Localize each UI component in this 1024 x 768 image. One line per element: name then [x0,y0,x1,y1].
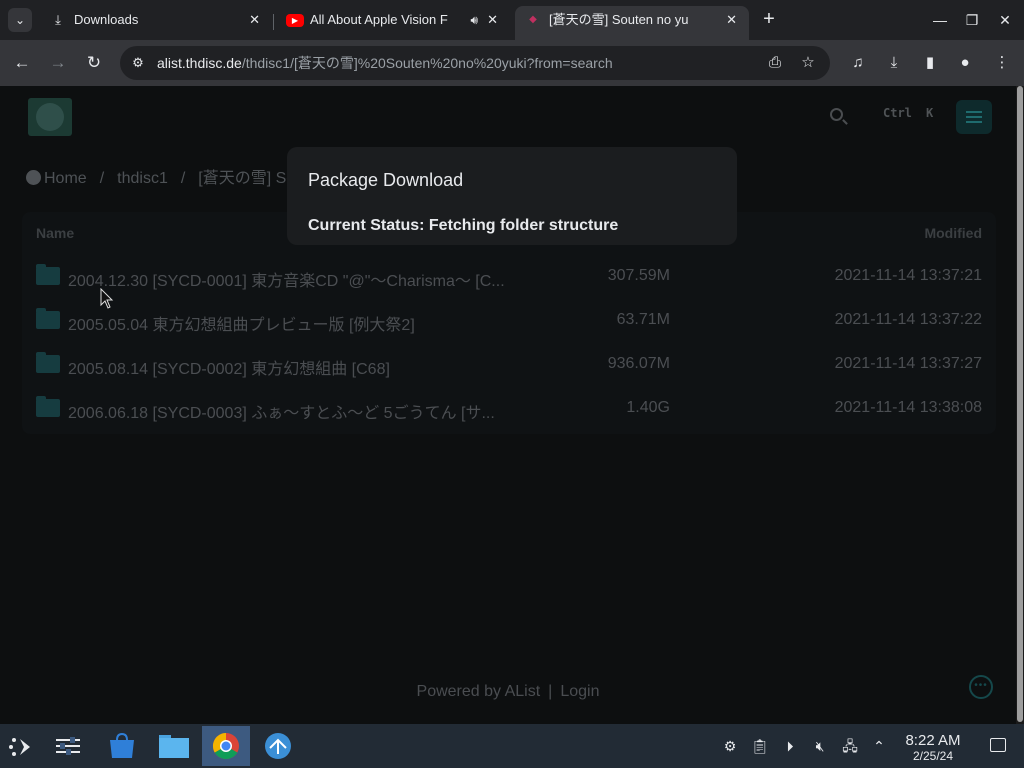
breadcrumb-separator: / [99,170,105,187]
breadcrumb-current[interactable]: [蒼天の雪] So [198,170,295,187]
tab-youtube[interactable]: ▶ All About Apple Vision F 🔊︎ ✕ [276,6,510,40]
breadcrumb-home[interactable]: Home [44,170,87,187]
file-name[interactable]: 2005.08.14 [SYCD-0002] 東方幻想組曲 [C68] [68,355,518,379]
site-info-icon[interactable]: ⚙︎ [128,53,148,73]
file-size: 936.07M [607,355,670,372]
more-menu-icon[interactable]: ⋮ [990,51,1014,75]
file-size: 307.59M [607,267,670,284]
tray-expand-icon[interactable]: ⌃ [869,737,889,755]
tab-title: [蒼天の雪] Souten no yuki | [549,12,689,27]
file-name[interactable]: 2005.05.04 東方幻想組曲プレビュー版 [例大祭2] [68,311,518,335]
network-app-icon[interactable] [254,726,302,766]
dialog-title: Package Download [308,170,464,190]
url-host: alist.thdisc.de [157,55,242,71]
file-manager-icon[interactable] [150,726,198,766]
reload-icon[interactable]: ↻ [81,50,107,76]
file-modified: 2021-11-14 13:37:22 [834,311,982,328]
file-size: 1.40G [626,399,670,416]
steam-icon[interactable]: ⚙︎ [720,737,740,755]
restore-icon[interactable]: ❐ [960,8,984,32]
alist-logo[interactable] [28,98,72,136]
close-tab-icon[interactable]: ✕ [249,6,260,34]
side-panel-icon[interactable]: ▮ [918,51,942,75]
tab-alist[interactable]: ◆ [蒼天の雪] Souten no yuki | ✕ [515,6,749,40]
tab-divider [273,14,274,30]
new-tab-button[interactable]: + [757,8,781,32]
footer-separator: | [548,683,553,700]
url-path: /thdisc1/[蒼天の雪]%20Souten%20no%20yuki?fro… [241,55,613,71]
close-tab-icon[interactable]: ✕ [726,6,737,34]
close-window-icon[interactable]: ✕ [993,8,1017,32]
download-icon: ⤓ [55,12,61,27]
tab-search-button[interactable]: ⌄ [8,8,32,32]
media-controls-icon[interactable]: ♫ [846,51,870,75]
youtube-icon: ▶ [286,14,304,27]
downloads-icon[interactable]: ⤓ [882,51,906,75]
bookmark-star-icon[interactable]: ☆ [798,53,818,73]
page-footer: Powered by AList | Login [0,683,1016,701]
tab-title: Downloads [74,12,139,27]
forward-arrow-icon[interactable]: → [45,50,71,76]
chrome-icon[interactable] [202,726,250,766]
folder-icon [36,396,60,417]
breadcrumb: Home / thdisc1 / [蒼天の雪] So [26,164,295,187]
kbd-k: K [926,106,934,120]
file-name[interactable]: 2004.12.30 [SYCD-0001] 東方音楽CD "@"〜Charis… [68,267,518,291]
breadcrumb-thdisc1[interactable]: thdisc1 [117,170,168,187]
scrollbar-thumb[interactable] [1017,86,1023,722]
table-row[interactable]: 2005.08.14 [SYCD-0002] 東方幻想組曲 [C68] 936.… [22,342,996,386]
install-app-icon[interactable]: ⎙ [765,53,785,73]
show-desktop-icon[interactable] [990,738,1006,752]
settings-sliders-icon[interactable] [44,726,92,766]
powered-by-link[interactable]: Powered by AList [417,683,541,700]
taskbar: ⚙︎ 📋︎ ⏵︎ 🔇︎ 🖧︎ ⌃ 8:22 AM 2/25/24 [0,724,1024,768]
speaker-icon[interactable]: 🔊︎ [470,6,478,34]
file-list: Name Modified 2004.12.30 [SYCD-0001] 東方音… [22,212,996,434]
media-play-icon[interactable]: ⏵︎ [780,737,800,755]
close-tab-icon[interactable]: ✕ [487,6,498,34]
clock-date[interactable]: 2/25/24 [896,749,970,763]
breadcrumb-separator: / [180,170,186,187]
table-row[interactable]: 2004.12.30 [SYCD-0001] 東方音楽CD "@"〜Charis… [22,254,996,298]
browser-toolbar: ← → ↻ ⚙︎ alist.thdisc.de/thdisc1/[蒼天の雪]%… [0,40,1024,86]
logo-emblem [36,103,64,131]
store-icon[interactable] [98,726,146,766]
folder-icon [36,308,60,329]
clipboard-icon[interactable]: 📋︎ [750,737,770,755]
file-size: 63.71M [616,311,670,328]
file-modified: 2021-11-14 13:37:21 [834,267,982,284]
profile-icon[interactable]: ● [953,51,977,75]
table-row[interactable]: 2006.06.18 [SYCD-0003] ふぁ〜すとふ〜ど 5ごうてん [サ… [22,386,996,430]
clock-time[interactable]: 8:22 AM [896,732,970,749]
minimize-icon[interactable]: — [928,8,952,32]
kbd-ctrl: Ctrl [883,106,912,120]
file-name[interactable]: 2006.06.18 [SYCD-0003] ふぁ〜すとふ〜ど 5ごうてん [サ… [68,399,518,423]
volume-muted-icon[interactable]: 🔇︎ [810,737,830,755]
file-modified: 2021-11-14 13:37:27 [834,355,982,372]
url-text: alist.thdisc.de/thdisc1/[蒼天の雪]%20Souten%… [157,46,613,80]
folder-icon [36,352,60,373]
dialog-status: Current Status: Fetching folder structur… [308,217,619,234]
tab-title: All About Apple Vision F [310,12,448,27]
back-arrow-icon[interactable]: ← [9,50,35,76]
address-bar[interactable]: ⚙︎ alist.thdisc.de/thdisc1/[蒼天の雪]%20Sout… [120,46,830,80]
network-icon[interactable]: 🖧︎ [840,737,860,755]
column-header-modified[interactable]: Modified [924,225,982,241]
column-header-name[interactable]: Name [36,225,74,241]
app-launcher-icon[interactable] [0,726,48,766]
file-modified: 2021-11-14 13:38:08 [834,399,982,416]
page-scrollbar[interactable] [1016,86,1024,724]
login-link[interactable]: Login [560,683,599,700]
table-row[interactable]: 2005.05.04 東方幻想組曲プレビュー版 [例大祭2] 63.71M 20… [22,298,996,342]
tab-strip: ⌄ ⤓ Downloads ✕ ▶ All About Apple Vision… [0,0,1024,40]
folder-icon [36,264,60,285]
search-icon[interactable] [828,106,850,128]
chat-bubble-icon[interactable]: ••• [969,675,993,699]
alist-icon: ◆ [529,14,537,25]
package-download-dialog: Package Download Current Status: Fetchin… [287,147,737,245]
home-icon [26,170,41,185]
list-view-button[interactable] [956,100,992,134]
tab-downloads[interactable]: ⤓ Downloads ✕ [40,6,272,40]
